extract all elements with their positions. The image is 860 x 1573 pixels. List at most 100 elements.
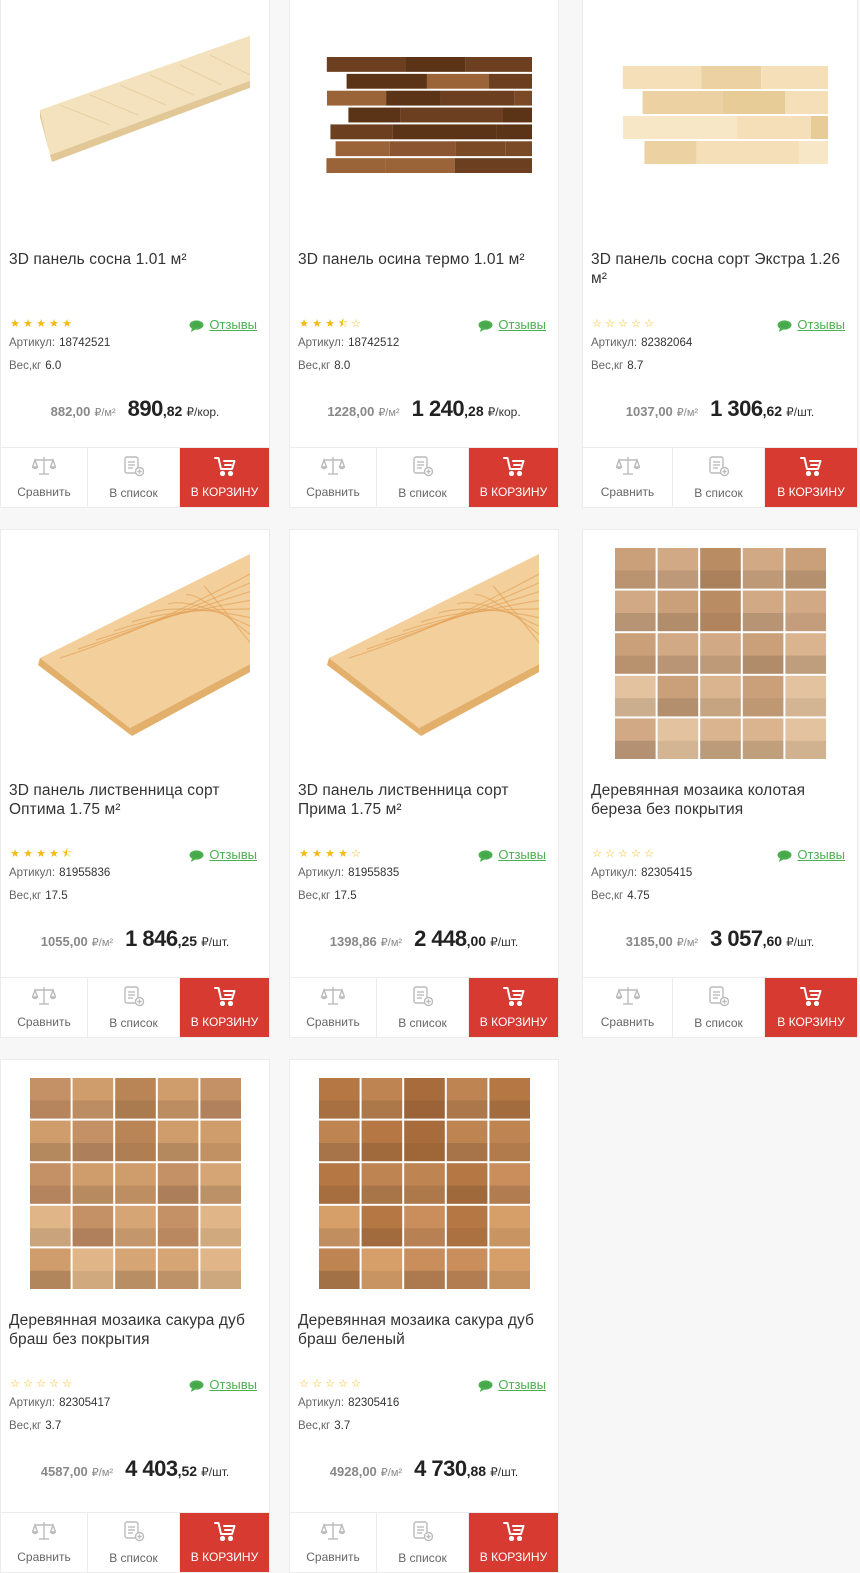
scales-icon	[31, 986, 57, 1009]
star-empty-icon: ☆	[644, 848, 654, 860]
add-to-cart-button[interactable]: В КОРЗИНУ	[180, 1513, 269, 1572]
product-title[interactable]: Деревянная мозаика колотая береза без по…	[591, 781, 847, 819]
add-to-list-button[interactable]: В список	[377, 978, 469, 1037]
dark-3d-panel-icon[interactable]	[298, 0, 550, 230]
larch-board-icon[interactable]	[9, 538, 261, 768]
price-per-m2-unit: ₽/м²	[91, 937, 114, 949]
reviews-link[interactable]: Отзывы	[189, 317, 257, 332]
cart-label: В КОРЗИНУ	[777, 1015, 845, 1029]
weight-value: 8.0	[334, 360, 351, 372]
oak-mosaic-dark-icon[interactable]	[298, 1068, 550, 1298]
article-label: Артикул:	[298, 337, 345, 349]
cart-label: В КОРЗИНУ	[777, 485, 845, 499]
add-to-cart-button[interactable]: В КОРЗИНУ	[469, 448, 558, 507]
article-value: 82382064	[641, 337, 693, 349]
reviews-label[interactable]: Отзывы	[209, 1377, 257, 1392]
compare-button[interactable]: Сравнить	[290, 448, 377, 507]
product-card: 3D панель сосна сорт Экстра 1.26 м² ☆ ☆ ☆ ☆…	[582, 0, 858, 508]
product-card: 3D панель лиственница сорт Прима 1.75 м²…	[289, 529, 559, 1038]
product-title[interactable]: 3D панель сосна 1.01 м²	[9, 250, 259, 269]
chat-bubble-icon	[189, 1379, 204, 1392]
star-full-icon: ★	[49, 848, 59, 860]
add-to-list-button[interactable]: В список	[88, 1513, 180, 1572]
list-label: В список	[398, 1016, 447, 1030]
reviews-label[interactable]: Отзывы	[498, 847, 546, 862]
card-actions: Сравнить В список В КОРЗИНУ	[1, 977, 269, 1037]
star-full-icon: ★	[312, 318, 322, 330]
weight: Вес,кг 17.5	[298, 890, 357, 902]
add-to-list-button[interactable]: В список	[673, 448, 765, 507]
add-to-cart-button[interactable]: В КОРЗИНУ	[765, 448, 857, 507]
weight-value: 3.7	[334, 1420, 351, 1432]
add-to-list-button[interactable]: В список	[673, 978, 765, 1037]
pine-board-icon[interactable]	[9, 0, 261, 230]
price-row: 1398,86 ₽/м² 2 448 ,00 ₽/шт.	[290, 926, 558, 952]
reviews-label[interactable]: Отзывы	[498, 1377, 546, 1392]
compare-button[interactable]: Сравнить	[1, 1513, 88, 1572]
weight: Вес,кг 3.7	[9, 1420, 61, 1432]
add-to-cart-button[interactable]: В КОРЗИНУ	[180, 448, 269, 507]
reviews-link[interactable]: Отзывы	[478, 847, 546, 862]
price-per-m2: 1398,86	[329, 934, 377, 949]
add-to-list-button[interactable]: В список	[377, 448, 469, 507]
light-3d-panel-icon[interactable]	[591, 0, 849, 230]
larch-board-icon[interactable]	[298, 538, 550, 768]
compare-label: Сравнить	[306, 485, 360, 499]
compare-button[interactable]: Сравнить	[290, 978, 377, 1037]
product-title[interactable]: 3D панель лиственница сорт Оптима 1.75 м…	[9, 781, 259, 819]
compare-button[interactable]: Сравнить	[290, 1513, 377, 1572]
chat-bubble-icon	[189, 849, 204, 862]
product-title[interactable]: Деревянная мозаика сакура дуб браш без п…	[9, 1311, 259, 1349]
article-label: Артикул:	[591, 867, 638, 879]
star-empty-icon: ☆	[592, 848, 602, 860]
reviews-link[interactable]: Отзывы	[478, 1377, 546, 1392]
product-title[interactable]: Деревянная мозаика сакура дуб браш белен…	[298, 1311, 548, 1349]
star-full-icon: ★	[10, 318, 20, 330]
price-row: 882,00 ₽/м² 890 ,82 ₽/кор.	[1, 396, 269, 422]
compare-label: Сравнить	[306, 1550, 360, 1564]
add-to-list-button[interactable]: В список	[88, 978, 180, 1037]
price-unit: ₽/кор.	[487, 405, 521, 419]
reviews-label[interactable]: Отзывы	[797, 317, 845, 332]
reviews-label[interactable]: Отзывы	[797, 847, 845, 862]
reviews-label[interactable]: Отзывы	[209, 847, 257, 862]
reviews-link[interactable]: Отзывы	[189, 847, 257, 862]
compare-button[interactable]: Сравнить	[1, 978, 88, 1037]
compare-button[interactable]: Сравнить	[583, 448, 673, 507]
reviews-link[interactable]: Отзывы	[777, 317, 845, 332]
reviews-link[interactable]: Отзывы	[777, 847, 845, 862]
weight-label: Вес,кг	[298, 1420, 331, 1432]
product-title[interactable]: 3D панель осина термо 1.01 м²	[298, 250, 548, 269]
compare-label: Сравнить	[306, 1015, 360, 1029]
product-grid: 3D панель сосна 1.01 м² ★ ★ ★ ★ ★ Отзывы Арт…	[0, 0, 860, 1573]
add-to-list-button[interactable]: В список	[88, 448, 180, 507]
scales-icon	[320, 456, 346, 479]
star-full-icon: ★	[299, 318, 309, 330]
star-empty-icon: ☆	[618, 848, 628, 860]
add-to-cart-button[interactable]: В КОРЗИНУ	[765, 978, 857, 1037]
price-main: 1 846	[125, 926, 178, 951]
add-to-cart-button[interactable]: В КОРЗИНУ	[469, 978, 558, 1037]
reviews-label[interactable]: Отзывы	[209, 317, 257, 332]
weight: Вес,кг 17.5	[9, 890, 68, 902]
chat-bubble-icon	[478, 849, 493, 862]
chat-bubble-icon	[478, 319, 493, 332]
star-full-icon: ★	[49, 318, 59, 330]
reviews-label[interactable]: Отзывы	[498, 317, 546, 332]
compare-button[interactable]: Сравнить	[583, 978, 673, 1037]
compare-button[interactable]: Сравнить	[1, 448, 88, 507]
product-title[interactable]: 3D панель лиственница сорт Прима 1.75 м²	[298, 781, 548, 819]
reviews-link[interactable]: Отзывы	[189, 1377, 257, 1392]
birch-mosaic-icon[interactable]	[591, 538, 849, 768]
oak-mosaic-icon[interactable]	[9, 1068, 261, 1298]
add-to-list-button[interactable]: В список	[377, 1513, 469, 1572]
price-main: 2 448	[414, 926, 467, 951]
add-to-cart-button[interactable]: В КОРЗИНУ	[180, 978, 269, 1037]
reviews-link[interactable]: Отзывы	[478, 317, 546, 332]
star-empty-icon: ☆	[605, 318, 615, 330]
article-value: 81955835	[348, 867, 400, 879]
add-to-cart-button[interactable]: В КОРЗИНУ	[469, 1513, 558, 1572]
star-full-icon: ★	[23, 848, 33, 860]
product-title[interactable]: 3D панель сосна сорт Экстра 1.26 м²	[591, 250, 847, 288]
star-empty-icon: ☆	[36, 1378, 46, 1390]
